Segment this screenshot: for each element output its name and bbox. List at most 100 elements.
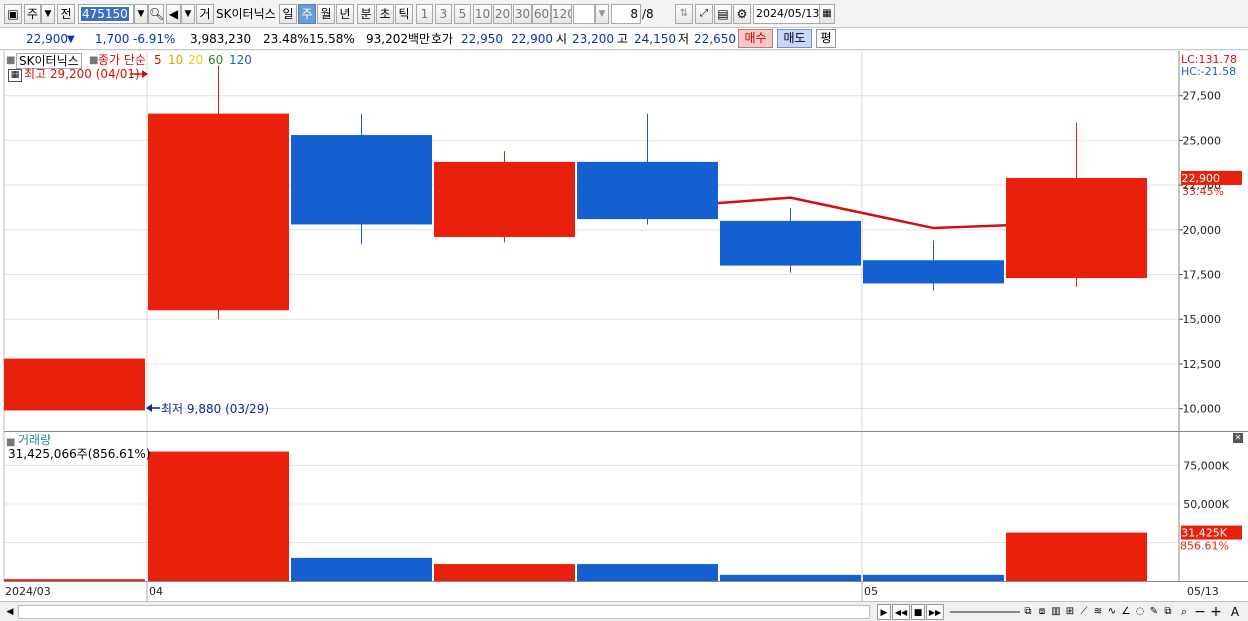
x-axis-label: 2024/03 [5,585,51,598]
interval-120-button[interactable]: 120 [551,4,572,24]
candle-body [577,161,718,220]
candle-body [434,161,575,237]
interval-custom-input[interactable] [573,4,595,24]
draw-line-icon[interactable]: ⤢ [695,4,713,24]
volume-bar [863,574,1004,581]
split-view-icon[interactable]: ⧈ [1036,604,1048,620]
current-volume-label: 31,425K [1181,527,1227,540]
volume-value: 3,983,230 [190,32,252,46]
open-label: 시 [556,32,568,46]
volume-bar [1006,532,1147,581]
interval-10-button[interactable]: 10 [473,4,492,24]
interval-5-button[interactable]: 5 [454,4,471,24]
legend-ma-label: 종가 단순 [98,53,146,67]
speaker-dropdown-chevron-icon[interactable]: ▼ [181,4,195,24]
layout-icon[interactable]: ▥ [1050,604,1062,620]
auto-scale-button[interactable]: A [1228,604,1242,620]
play-button[interactable]: ▶ [877,604,891,620]
trade-amount: 93,202백만 [366,32,431,46]
low-label: 저 [678,32,690,46]
x-axis-label: 05/13 [1187,585,1219,598]
buy-button[interactable]: 매수 [738,29,773,48]
volume-close-icon[interactable]: ✕ [1233,433,1243,443]
period-second-button[interactable]: 초 [376,4,394,24]
candle-body [148,113,289,311]
interval-20-button[interactable]: 20 [493,4,512,24]
wave-tool-icon[interactable]: ∿ [1106,604,1118,620]
grid-icon[interactable]: ⊞ [1064,604,1076,620]
calendar-icon[interactable]: ▦ [819,4,835,24]
volume-tick-label: 50,000K [1183,498,1229,511]
period-day-button[interactable]: 일 [279,4,297,24]
current-price-pct: 33.45% [1182,185,1224,198]
clone-icon[interactable]: ⧉ [1162,604,1174,620]
save-icon[interactable]: ▤ [714,4,732,24]
table-view-icon[interactable]: ▦ [8,69,22,82]
price-tick-label: 12,500 [1183,358,1222,371]
price-change: 1,700 [95,32,130,46]
stock-code-input[interactable]: 475150 [78,4,134,24]
low-note: 최저 9,880 (03/29) [161,402,270,416]
interval-1-button[interactable]: 1 [416,4,433,24]
compare-icon[interactable]: ⇅ [675,4,693,24]
interval-30-button[interactable]: 30 [513,4,532,24]
high-note: 최고 29,200 (04/01) [24,67,140,81]
period-select[interactable]: 주 [24,4,41,24]
sell-button[interactable]: 매도 [777,29,812,48]
interval-60-button[interactable]: 60 [532,4,551,24]
cycle-tool-icon[interactable]: ◌ [1134,604,1146,620]
price-tick-label: 27,500 [1183,90,1222,103]
legend-ma-5: 5 [154,53,162,67]
current-price-label: 22,900 [1182,172,1221,185]
x-axis-label: 05 [864,585,878,598]
legend-ma-10: 10 [168,53,184,67]
date-input[interactable]: 2024/05/13 [753,4,820,24]
volume-bar [148,451,289,581]
x-axis-label: 04 [149,585,163,598]
fib-tool-icon[interactable]: ≋ [1092,604,1104,620]
price-tick-label: 10,000 [1183,403,1222,416]
volume-bar [4,579,145,581]
gear-icon[interactable]: ⚙ [733,4,751,24]
bar-count-input[interactable]: 8 [611,4,641,24]
scroll-track[interactable] [18,605,870,619]
zoom-slider[interactable] [950,611,1020,613]
rewind-button[interactable]: ◀◀ [892,604,910,620]
fast-forward-button[interactable]: ▶▶ [926,604,944,620]
legend-ma-120: 120 [229,53,252,67]
flat-button[interactable]: 평 [816,29,836,48]
zoom-out-button[interactable]: − [1194,604,1206,620]
price-tick-label: 25,000 [1183,134,1222,147]
period-minute-button[interactable]: 분 [357,4,375,24]
trade-button[interactable]: 거 [196,4,214,24]
period-week-button[interactable]: 주 [298,4,316,24]
chart-window-icon[interactable]: ▣ [4,4,22,24]
speaker-icon[interactable]: ◀ [166,4,181,24]
interval-3-button[interactable]: 3 [435,4,452,24]
scroll-left-icon[interactable]: ◀ [4,604,16,620]
price-change-pct: -6.91% [133,32,176,46]
candle-body [1006,177,1147,279]
chart-scroll-bar: ◀ ▶ ◀◀ ■ ▶▶ ⧉ ⧈ ▥ ⊞ ⟋ ≋ ∿ ∠ ◌ ✎ ⧉ ⌕ − + … [0,601,1248,621]
zoom-in-button[interactable]: + [1210,604,1222,620]
volume-bar [434,564,575,581]
angle-tool-icon[interactable]: ∠ [1120,604,1132,620]
trend-tool-icon[interactable]: ⟋ [1078,604,1090,620]
candle-body [720,220,861,266]
pen-tool-icon[interactable]: ✎ [1148,604,1160,620]
search-icon[interactable]: 🔍︎ [148,4,164,24]
volume-note: 31,425,066주(856.61%) [8,447,151,461]
period-year-button[interactable]: 년 [336,4,354,24]
overlap-view-icon[interactable]: ⧉ [1022,604,1034,620]
volume-tick-label: 75,000K [1183,459,1229,472]
period-month-button[interactable]: 월 [317,4,335,24]
magnifier-icon[interactable]: ⌕ [1178,604,1190,620]
period-dropdown-chevron-icon[interactable]: ▼ [41,4,55,24]
period-tick-button[interactable]: 틱 [395,4,413,24]
price-chart[interactable]: 27,500 25,000 22,500 20,000 17,500 15,000 12,5… [0,51,1248,601]
code-dropdown-chevron-icon[interactable]: ▼ [134,4,148,24]
current-volume-pct: 856.61% [1180,540,1229,553]
prev-button[interactable]: 전 [57,4,75,24]
interval-dropdown-chevron-icon[interactable]: ▼ [595,4,609,24]
stop-button[interactable]: ■ [911,604,925,620]
